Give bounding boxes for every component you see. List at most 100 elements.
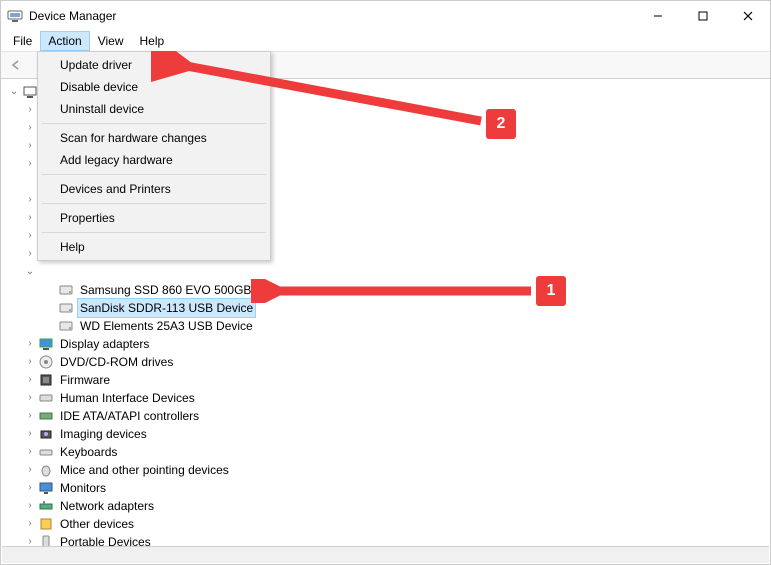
- tree-device[interactable]: · WD Elements 25A3 USB Device: [8, 317, 769, 335]
- menu-separator: [42, 232, 266, 233]
- disk-drive-icon: [58, 318, 74, 334]
- expand-icon[interactable]: ›: [24, 122, 36, 134]
- category-icon: [38, 408, 54, 424]
- menubar: File Action View Help: [1, 31, 770, 52]
- tree-category[interactable]: › DVD/CD-ROM drives: [8, 353, 769, 371]
- expand-icon: ·: [44, 284, 56, 296]
- expand-icon[interactable]: ›: [24, 248, 36, 260]
- computer-icon: [22, 84, 38, 100]
- category-label: Monitors: [58, 479, 108, 497]
- tree-category[interactable]: › Portable Devices: [8, 533, 769, 546]
- window-title: Device Manager: [29, 9, 116, 23]
- tree-category[interactable]: › Keyboards: [8, 443, 769, 461]
- statusbar: [2, 546, 769, 563]
- tree-category-disk-drives[interactable]: ⌄: [8, 263, 769, 281]
- tree-category[interactable]: ›Imaging devices: [8, 425, 769, 443]
- expand-icon[interactable]: ›: [24, 374, 36, 386]
- category-label: Keyboards: [58, 443, 119, 461]
- app-icon: [7, 8, 23, 24]
- expand-icon[interactable]: ›: [24, 464, 36, 476]
- device-manager-window: Device Manager File Action View Help: [0, 0, 771, 565]
- menu-scan-hardware[interactable]: Scan for hardware changes: [40, 127, 268, 149]
- category-label: Firmware: [58, 371, 112, 389]
- disk-drive-icon: [58, 282, 74, 298]
- device-label: Samsung SSD 860 EVO 500GB: [78, 281, 253, 299]
- category-icon: [38, 372, 54, 388]
- menu-devices-printers[interactable]: Devices and Printers: [40, 178, 268, 200]
- expand-icon[interactable]: ›: [24, 428, 36, 440]
- back-button[interactable]: [5, 54, 27, 76]
- expand-icon[interactable]: ⌄: [8, 86, 20, 98]
- tree-device[interactable]: · Samsung SSD 860 EVO 500GB: [8, 281, 769, 299]
- expand-icon[interactable]: ›: [24, 518, 36, 530]
- menu-uninstall-device[interactable]: Uninstall device: [40, 98, 268, 120]
- category-icon: [38, 336, 54, 352]
- collapse-icon[interactable]: ⌄: [24, 266, 36, 278]
- window-controls: [635, 1, 770, 31]
- expand-icon[interactable]: ›: [24, 392, 36, 404]
- menu-disable-device[interactable]: Disable device: [40, 76, 268, 98]
- expand-icon[interactable]: ›: [24, 536, 36, 546]
- titlebar: Device Manager: [1, 1, 770, 31]
- menu-separator: [42, 174, 266, 175]
- menu-view[interactable]: View: [90, 31, 132, 51]
- category-icon: [38, 426, 54, 442]
- category-label: IDE ATA/ATAPI controllers: [58, 407, 201, 425]
- tree-device[interactable]: · SanDisk SDDR-113 USB Device: [8, 299, 769, 317]
- expand-icon[interactable]: ›: [24, 212, 36, 224]
- category-icon: [38, 480, 54, 496]
- menu-action[interactable]: Action: [40, 31, 89, 51]
- device-label: SanDisk SDDR-113 USB Device: [78, 299, 255, 317]
- expand-icon[interactable]: ›: [24, 410, 36, 422]
- maximize-button[interactable]: [680, 1, 725, 31]
- annotation-badge-2: 2: [486, 109, 516, 139]
- close-button[interactable]: [725, 1, 770, 31]
- expand-icon[interactable]: ›: [24, 446, 36, 458]
- category-icon: [38, 534, 54, 546]
- category-icon: [38, 354, 54, 370]
- menu-properties[interactable]: Properties: [40, 207, 268, 229]
- tree-category[interactable]: › Other devices: [8, 515, 769, 533]
- tree-category[interactable]: › Network adapters: [8, 497, 769, 515]
- expand-icon[interactable]: ›: [24, 338, 36, 350]
- action-menu-dropdown: Update driver Disable device Uninstall d…: [37, 51, 271, 261]
- category-label: Other devices: [58, 515, 136, 533]
- category-label: Display adapters: [58, 335, 151, 353]
- device-label: WD Elements 25A3 USB Device: [78, 317, 255, 335]
- tree-category[interactable]: › Display adapters: [8, 335, 769, 353]
- category-label: Human Interface Devices: [58, 389, 197, 407]
- category-icon: [38, 444, 54, 460]
- expand-icon[interactable]: ›: [24, 230, 36, 242]
- menu-file[interactable]: File: [5, 31, 40, 51]
- expand-icon[interactable]: ›: [24, 194, 36, 206]
- expand-icon[interactable]: ›: [24, 158, 36, 170]
- expand-icon[interactable]: ›: [24, 356, 36, 368]
- menu-help[interactable]: Help: [40, 236, 268, 258]
- category-label: Portable Devices: [58, 533, 153, 546]
- tree-category[interactable]: › Monitors: [8, 479, 769, 497]
- category-label: DVD/CD-ROM drives: [58, 353, 175, 371]
- tree-category[interactable]: › Human Interface Devices: [8, 389, 769, 407]
- category-label: Mice and other pointing devices: [58, 461, 231, 479]
- category-icon: [38, 516, 54, 532]
- tree-category[interactable]: › Firmware: [8, 371, 769, 389]
- expand-icon: ·: [44, 320, 56, 332]
- expand-icon[interactable]: ›: [24, 482, 36, 494]
- tree-category[interactable]: › Mice and other pointing devices: [8, 461, 769, 479]
- tree-category[interactable]: › IDE ATA/ATAPI controllers: [8, 407, 769, 425]
- expand-icon[interactable]: ›: [24, 104, 36, 116]
- category-label: Network adapters: [58, 497, 156, 515]
- category-icon: [38, 462, 54, 478]
- expand-icon[interactable]: ›: [24, 500, 36, 512]
- category-icon: [38, 390, 54, 406]
- menu-separator: [42, 123, 266, 124]
- menu-help[interactable]: Help: [132, 31, 173, 51]
- expand-icon[interactable]: ›: [24, 140, 36, 152]
- disk-drive-icon: [58, 300, 74, 316]
- annotation-badge-1: 1: [536, 276, 566, 306]
- expand-icon: ·: [44, 302, 56, 314]
- menu-separator: [42, 203, 266, 204]
- menu-add-legacy[interactable]: Add legacy hardware: [40, 149, 268, 171]
- minimize-button[interactable]: [635, 1, 680, 31]
- menu-update-driver[interactable]: Update driver: [40, 54, 268, 76]
